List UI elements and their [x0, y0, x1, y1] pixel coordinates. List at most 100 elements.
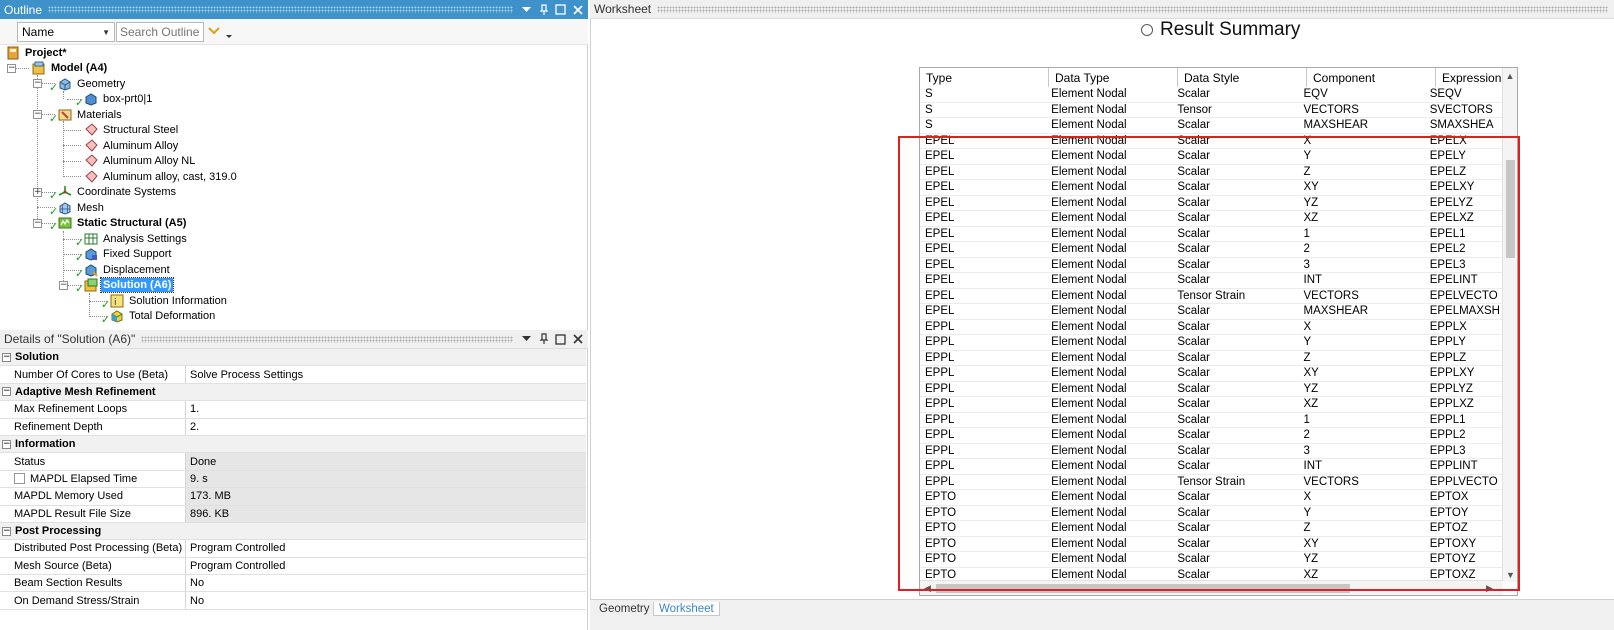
table-row[interactable]: EPTO Element Nodal Scalar X EPTOX	[920, 490, 1503, 506]
collapse-materials-icon[interactable]: −	[33, 110, 42, 119]
section-header-information[interactable]: − Information	[0, 435, 586, 454]
table-row[interactable]: EPEL Element Nodal Scalar Y EPELY	[920, 149, 1503, 165]
scroll-right-icon[interactable]: ▶	[1482, 581, 1497, 595]
table-row[interactable]: S Element Nodal Scalar MAXSHEAR SMAXSHEA	[920, 118, 1503, 134]
detail-value[interactable]: Solve Process Settings	[186, 366, 586, 382]
table-row[interactable]: EPPL Element Nodal Scalar YZ EPPLYZ	[920, 382, 1503, 397]
collapse-geometry-icon[interactable]: −	[33, 79, 42, 88]
scroll-left-icon[interactable]: ◀	[920, 581, 935, 595]
detail-value[interactable]: No	[186, 592, 586, 608]
scroll-thumb[interactable]	[1506, 160, 1515, 258]
filter-options-button[interactable]	[207, 22, 237, 42]
collapse-icon[interactable]: −	[2, 352, 11, 362]
tree-item-displacement[interactable]: ✓ Displacement	[75, 262, 172, 280]
table-row[interactable]: S Element Nodal Tensor VECTORS SVECTORS	[920, 103, 1503, 118]
table-row[interactable]: EPEL Element Nodal Tensor Strain VECTORS EPE…	[920, 289, 1503, 304]
detail-value[interactable]: Program Controlled	[186, 558, 586, 574]
tree-item-material[interactable]: Aluminum Alloy NL	[84, 153, 197, 169]
tree-item-solution-information[interactable]: ✓ i Solution Information	[101, 293, 229, 311]
table-row[interactable]: EPPL Element Nodal Scalar 3 EPPL3	[920, 444, 1503, 459]
filter-select[interactable]: Name ▼	[17, 22, 115, 42]
dropdown-icon[interactable]	[519, 2, 534, 17]
column-header-data-style[interactable]: Data Style	[1178, 68, 1307, 87]
tree-item-material[interactable]: Aluminum alloy, cast, 319.0	[84, 169, 239, 185]
column-header-component[interactable]: Component	[1307, 68, 1436, 87]
column-header-type[interactable]: Type	[920, 68, 1049, 87]
table-row[interactable]: EPPL Element Nodal Scalar XZ EPPLXZ	[920, 397, 1503, 413]
pin-icon[interactable]	[536, 332, 551, 347]
table-row[interactable]: EPPL Element Nodal Scalar X EPPLX	[920, 320, 1503, 335]
table-row[interactable]: EPEL Element Nodal Scalar YZ EPELYZ	[920, 196, 1503, 211]
detail-row[interactable]: Mesh Source (Beta) Program Controlled	[0, 557, 586, 576]
table-row[interactable]: EPPL Element Nodal Scalar XY EPPLXY	[920, 366, 1503, 382]
table-row[interactable]: EPPL Element Nodal Scalar Z EPPLZ	[920, 351, 1503, 366]
tree-item-static-structural[interactable]: ✓ Static Structural (A5)	[49, 215, 188, 233]
detail-row[interactable]: Max Refinement Loops 1.	[0, 401, 586, 419]
dropdown-icon[interactable]	[519, 332, 534, 347]
search-input[interactable]	[116, 22, 204, 42]
collapse-icon[interactable]: −	[2, 387, 11, 397]
detail-row[interactable]: Refinement Depth 2.	[0, 418, 586, 436]
table-row[interactable]: EPTO Element Nodal Scalar Z EPTOZ	[920, 521, 1503, 537]
expand-coordinate-systems-icon[interactable]: +	[33, 188, 42, 197]
scroll-down-icon[interactable]: ▼	[1503, 567, 1517, 582]
tree-item-mesh[interactable]: ✓ Mesh	[49, 200, 106, 218]
detail-value[interactable]: Program Controlled	[186, 540, 586, 556]
table-row[interactable]: EPEL Element Nodal Scalar XZ EPELXZ	[920, 211, 1503, 227]
column-header-data-type[interactable]: Data Type	[1049, 68, 1178, 87]
table-row[interactable]: S Element Nodal Scalar EQV SEQV	[920, 87, 1503, 103]
tree-item-geometry[interactable]: ✓ Geometry	[49, 76, 127, 94]
tree-item-project[interactable]: Project*	[6, 45, 69, 61]
detail-value[interactable]: 1.	[186, 401, 586, 417]
tab-worksheet[interactable]: Worksheet	[653, 602, 720, 616]
tree-item-solution[interactable]: ✓ Solution (A6)	[75, 276, 175, 295]
result-summary-heading[interactable]: Result Summary	[1141, 19, 1300, 41]
tree-item-coordinate-systems[interactable]: ✓ Coordinate Systems	[49, 184, 178, 202]
collapse-model-icon[interactable]: −	[7, 64, 16, 73]
close-icon[interactable]	[570, 332, 585, 347]
tree-item-model[interactable]: Model (A4)	[32, 60, 109, 76]
detail-row[interactable]: Distributed Post Processing (Beta) Progr…	[0, 540, 586, 558]
section-header-solution[interactable]: − Solution	[0, 349, 586, 367]
table-row[interactable]: EPTO Element Nodal Scalar XY EPTOXY	[920, 537, 1503, 552]
maximize-icon[interactable]	[553, 2, 568, 17]
tab-geometry[interactable]: Geometry	[594, 602, 655, 616]
collapse-solution-icon[interactable]: −	[59, 281, 68, 290]
result-summary-radio[interactable]	[1141, 24, 1153, 36]
detail-value[interactable]: No	[186, 575, 586, 591]
table-row[interactable]: EPTO Element Nodal Scalar Y EPTOY	[920, 506, 1503, 521]
detail-row[interactable]: On Demand Stress/Strain No	[0, 592, 586, 610]
table-row[interactable]: EPEL Element Nodal Scalar 1 EPEL1	[920, 227, 1503, 242]
table-row[interactable]: EPEL Element Nodal Scalar Z EPELZ	[920, 165, 1503, 180]
tree-item-fixed-support[interactable]: ✓ Fixed Support	[75, 246, 173, 264]
detail-row[interactable]: Number Of Cores to Use (Beta) Solve Proc…	[0, 366, 586, 384]
table-row[interactable]: EPEL Element Nodal Scalar INT EPELINT	[920, 273, 1503, 289]
parameter-checkbox[interactable]	[14, 473, 25, 485]
table-row[interactable]: EPPL Element Nodal Scalar 1 EPPL1	[920, 413, 1503, 428]
tree-item-part[interactable]: ✓ box-prt0|1	[75, 91, 154, 109]
section-header-adaptive-mesh-refinement[interactable]: − Adaptive Mesh Refinement	[0, 383, 586, 402]
vertical-scrollbar[interactable]: ▲ ▼	[1502, 68, 1517, 582]
table-row[interactable]: EPEL Element Nodal Scalar X EPELX	[920, 134, 1503, 149]
section-header-post-processing[interactable]: − Post Processing	[0, 522, 586, 541]
detail-row[interactable]: Beam Section Results No	[0, 575, 586, 593]
horizontal-scrollbar[interactable]: ◀ ▶	[920, 580, 1503, 595]
tree-item-total-deformation[interactable]: ✓ Total Deformation	[101, 308, 217, 326]
table-row[interactable]: EPEL Element Nodal Scalar 2 EPEL2	[920, 242, 1503, 258]
maximize-icon[interactable]	[553, 332, 568, 347]
collapse-static-structural-icon[interactable]: −	[33, 219, 42, 228]
table-row[interactable]: EPEL Element Nodal Scalar 3 EPEL3	[920, 258, 1503, 273]
table-row[interactable]: EPPL Element Nodal Scalar INT EPPLINT	[920, 459, 1503, 475]
close-icon[interactable]	[570, 2, 585, 17]
scroll-up-icon[interactable]: ▲	[1503, 68, 1517, 83]
pin-icon[interactable]	[536, 2, 551, 17]
collapse-icon[interactable]: −	[2, 439, 11, 449]
scroll-thumb[interactable]	[936, 584, 1350, 593]
tree-item-material[interactable]: Structural Steel	[84, 122, 180, 138]
table-row[interactable]: EPEL Element Nodal Scalar MAXSHEAR EPELMAXSH	[920, 304, 1503, 320]
collapse-icon[interactable]: −	[2, 526, 11, 536]
table-row[interactable]: EPPL Element Nodal Scalar 2 EPPL2	[920, 428, 1503, 444]
table-row[interactable]: EPPL Element Nodal Tensor Strain VECTORS EPP…	[920, 475, 1503, 490]
tree-item-materials[interactable]: ✓ Materials	[49, 107, 124, 125]
table-row[interactable]: EPPL Element Nodal Scalar Y EPPLY	[920, 335, 1503, 351]
